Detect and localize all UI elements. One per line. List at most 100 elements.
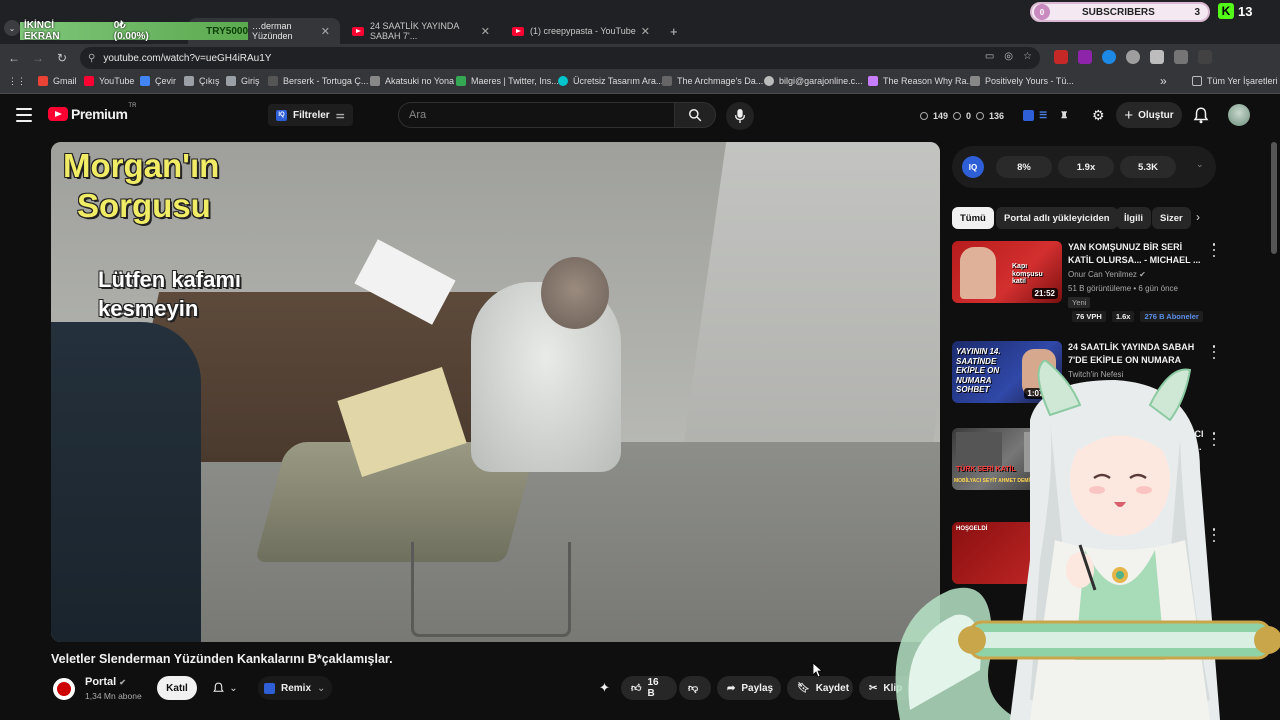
channel-name[interactable]: Portal ✔ bbox=[85, 676, 126, 688]
bookmark-maeres[interactable]: Maeres | Twitter, Ins... bbox=[456, 76, 559, 86]
extension-icon[interactable] bbox=[1102, 50, 1116, 64]
bookmark-giris[interactable]: Giriş bbox=[226, 76, 260, 86]
site-icon bbox=[868, 76, 878, 86]
bookmark-the-reason[interactable]: The Reason Why Ra... bbox=[868, 76, 974, 86]
close-tab-icon[interactable]: ✕ bbox=[321, 25, 330, 38]
voice-search-button[interactable] bbox=[726, 102, 754, 130]
thumbs-down-icon: 👎︎ bbox=[688, 683, 699, 694]
forward-icon[interactable]: → bbox=[30, 50, 46, 66]
dislike-button[interactable]: 👎︎ bbox=[679, 676, 711, 700]
video-title[interactable]: ACI Ş... bbox=[1188, 428, 1280, 454]
new-tab-button[interactable]: + bbox=[660, 18, 684, 44]
folder-icon bbox=[1192, 76, 1202, 86]
iq-icon bbox=[264, 682, 275, 694]
video-thumbnail[interactable]: Kapı komşusu katil 21:52 bbox=[952, 241, 1062, 303]
channel-subscriber-count: 1,34 Mn abone bbox=[85, 691, 142, 701]
extension-icon[interactable] bbox=[1126, 50, 1140, 64]
more-options-icon[interactable] bbox=[1210, 345, 1218, 359]
bookmark-youtube[interactable]: YouTube bbox=[84, 76, 134, 86]
more-options-icon[interactable] bbox=[1210, 243, 1218, 257]
bookmark-akatsuki[interactable]: Akatsuki no Yona bbox=[370, 76, 454, 86]
eye-off-icon[interactable]: ◎ bbox=[1004, 51, 1013, 62]
notifications-bell-icon[interactable] bbox=[1192, 106, 1210, 124]
trophy-icon[interactable]: ♜ bbox=[1060, 110, 1068, 121]
join-button[interactable]: Katıl bbox=[157, 676, 197, 700]
extension-icon[interactable] bbox=[1054, 50, 1068, 64]
chip-all[interactable]: Tümü bbox=[952, 207, 994, 229]
chip-for-you[interactable]: Sizer bbox=[1152, 207, 1191, 229]
like-button[interactable]: 👍︎ 16 B bbox=[621, 676, 677, 700]
puzzle-icon[interactable] bbox=[1174, 50, 1188, 64]
filters-button[interactable]: IQ Filtreler ⚌ bbox=[268, 104, 353, 126]
search-input[interactable]: Ara bbox=[398, 102, 674, 128]
list-icon[interactable]: ☰ bbox=[1039, 110, 1047, 121]
bookmark-star-icon[interactable]: ☆ bbox=[1023, 51, 1032, 62]
apps-grid-icon[interactable]: ⋮⋮ bbox=[8, 76, 26, 87]
more-options-icon[interactable] bbox=[1210, 528, 1218, 542]
chevron-down-icon[interactable]: ⌄ bbox=[1196, 159, 1204, 170]
video-title[interactable]: 24 SAATLİK YAYINDA SABAH 7'DE EKİPLE ON … bbox=[1068, 341, 1204, 367]
bookmark-gmail[interactable]: Gmail bbox=[38, 76, 77, 86]
close-tab-icon[interactable]: ✕ bbox=[641, 25, 650, 38]
extension-icon[interactable] bbox=[1078, 50, 1092, 64]
youtube-premium-logo[interactable]: Premium TR bbox=[48, 103, 136, 122]
chevron-right-icon[interactable]: › bbox=[1196, 210, 1200, 224]
bookmark-label: YouTube bbox=[99, 76, 135, 86]
all-bookmarks[interactable]: Tüm Yer İşaretleri bbox=[1192, 76, 1278, 86]
reload-icon[interactable]: ↻ bbox=[54, 50, 70, 66]
channel-name[interactable]: Onur Can Yenilmez ✔ bbox=[1068, 270, 1146, 279]
filters-label: Filtreler bbox=[293, 109, 330, 121]
extension-icon[interactable] bbox=[1150, 50, 1164, 64]
share-label: Paylaş bbox=[741, 682, 774, 694]
bookmark-canva[interactable]: Ücretsiz Tasarım Ara... bbox=[558, 76, 663, 86]
recommended-video[interactable]: Kapı komşusu katil 21:52 YAN KOMŞUNUZ Bİ… bbox=[952, 241, 1222, 327]
save-button[interactable]: 🔖︎ Kaydet bbox=[787, 676, 853, 700]
bookmark-archmage[interactable]: The Archmage's Da... bbox=[662, 76, 763, 86]
video-thumbnail[interactable]: HOŞGELDİ bbox=[952, 522, 1062, 584]
share-button[interactable]: ➦ Paylaş bbox=[717, 676, 781, 700]
address-bar[interactable]: ⚲ youtube.com/watch?v=ueGH4iRAu1Y ▭ ◎ ☆ bbox=[80, 47, 1040, 69]
site-info-icon[interactable]: ⚲ bbox=[88, 53, 95, 64]
chip-from-uploader[interactable]: Portal adlı yükleyiciden bbox=[996, 207, 1118, 229]
bookmarks-overflow-button[interactable]: » bbox=[1160, 74, 1167, 88]
tab-24-saatlik[interactable]: 24 SAATLİK YAYINDA SABAH 7'... ✕ bbox=[342, 18, 500, 44]
recommended-video[interactable]: YAYININ 14. SAATİNDE EKİPLE ON NUMARA SO… bbox=[952, 341, 1222, 427]
account-avatar[interactable] bbox=[1228, 104, 1250, 126]
clip-button[interactable]: ✂ Klip bbox=[859, 676, 919, 700]
ai-sparkle-icon[interactable]: ✦ bbox=[599, 680, 610, 696]
bookmark-cevir[interactable]: Çevir bbox=[140, 76, 176, 86]
bookmark-bilgi[interactable]: bilgi@garajonline.c... bbox=[764, 76, 863, 86]
iq-icon[interactable] bbox=[1023, 110, 1035, 121]
recommended-video[interactable]: HOŞGELDİ bbox=[952, 522, 1222, 608]
recommended-video[interactable]: TÜRK SERİ KATİL MOBİLYACI SEYİT AHMET DE… bbox=[952, 428, 1222, 514]
bookmark-cikis[interactable]: Çıkış bbox=[184, 76, 220, 86]
search-icon bbox=[689, 109, 702, 122]
kick-viewer-count: K 13 bbox=[1218, 2, 1262, 20]
tab-creepypasta[interactable]: (1) creepypasta - YouTube ✕ bbox=[502, 18, 660, 44]
bookmark-berserk[interactable]: Berserk - Tortuga Ç... bbox=[268, 76, 368, 86]
cast-icon[interactable]: ▭ bbox=[985, 51, 994, 62]
menu-icon[interactable] bbox=[16, 108, 32, 122]
video-thumbnail[interactable]: TÜRK SERİ KATİL MOBİLYACI SEYİT AHMET DE… bbox=[952, 428, 1062, 490]
back-icon[interactable]: ← bbox=[6, 50, 22, 66]
bookmark-positively[interactable]: Positively Yours - Tü... bbox=[970, 76, 1074, 86]
close-tab-icon[interactable]: ✕ bbox=[481, 25, 490, 38]
extension-settings-icon[interactable]: ⚙ bbox=[1092, 107, 1105, 124]
sidebar-scrollbar[interactable] bbox=[1271, 142, 1277, 254]
bookmark-label: Çevir bbox=[155, 76, 177, 86]
more-options-icon[interactable] bbox=[1210, 432, 1218, 446]
remix-button[interactable]: Remix ⌄ bbox=[258, 676, 332, 700]
channel-name[interactable]: Twitch'in Nefesi bbox=[1068, 370, 1123, 379]
subscription-bell-button[interactable]: ⌄ bbox=[203, 676, 247, 700]
tab-search-dropdown[interactable]: ⌄ bbox=[4, 20, 20, 36]
chip-related[interactable]: İlgili bbox=[1116, 207, 1151, 229]
search-button[interactable] bbox=[674, 102, 716, 128]
create-button[interactable]: + Oluştur bbox=[1116, 102, 1182, 128]
reading-list-icon[interactable] bbox=[1198, 50, 1212, 64]
video-thumbnail[interactable]: YAYININ 14. SAATİNDE EKİPLE ON NUMARA SO… bbox=[952, 341, 1062, 403]
stat-subscribers: 276 B Aboneler bbox=[1140, 311, 1203, 322]
channel-avatar[interactable] bbox=[53, 678, 75, 700]
video-frame-person-left bbox=[51, 322, 201, 642]
video-player[interactable]: Morgan'ın Sorgusu Lütfen kafamı kesmeyin bbox=[51, 142, 940, 642]
video-title[interactable]: YAN KOMŞUNUZ BİR SERİ KATİL OLURSA... - … bbox=[1068, 241, 1204, 267]
